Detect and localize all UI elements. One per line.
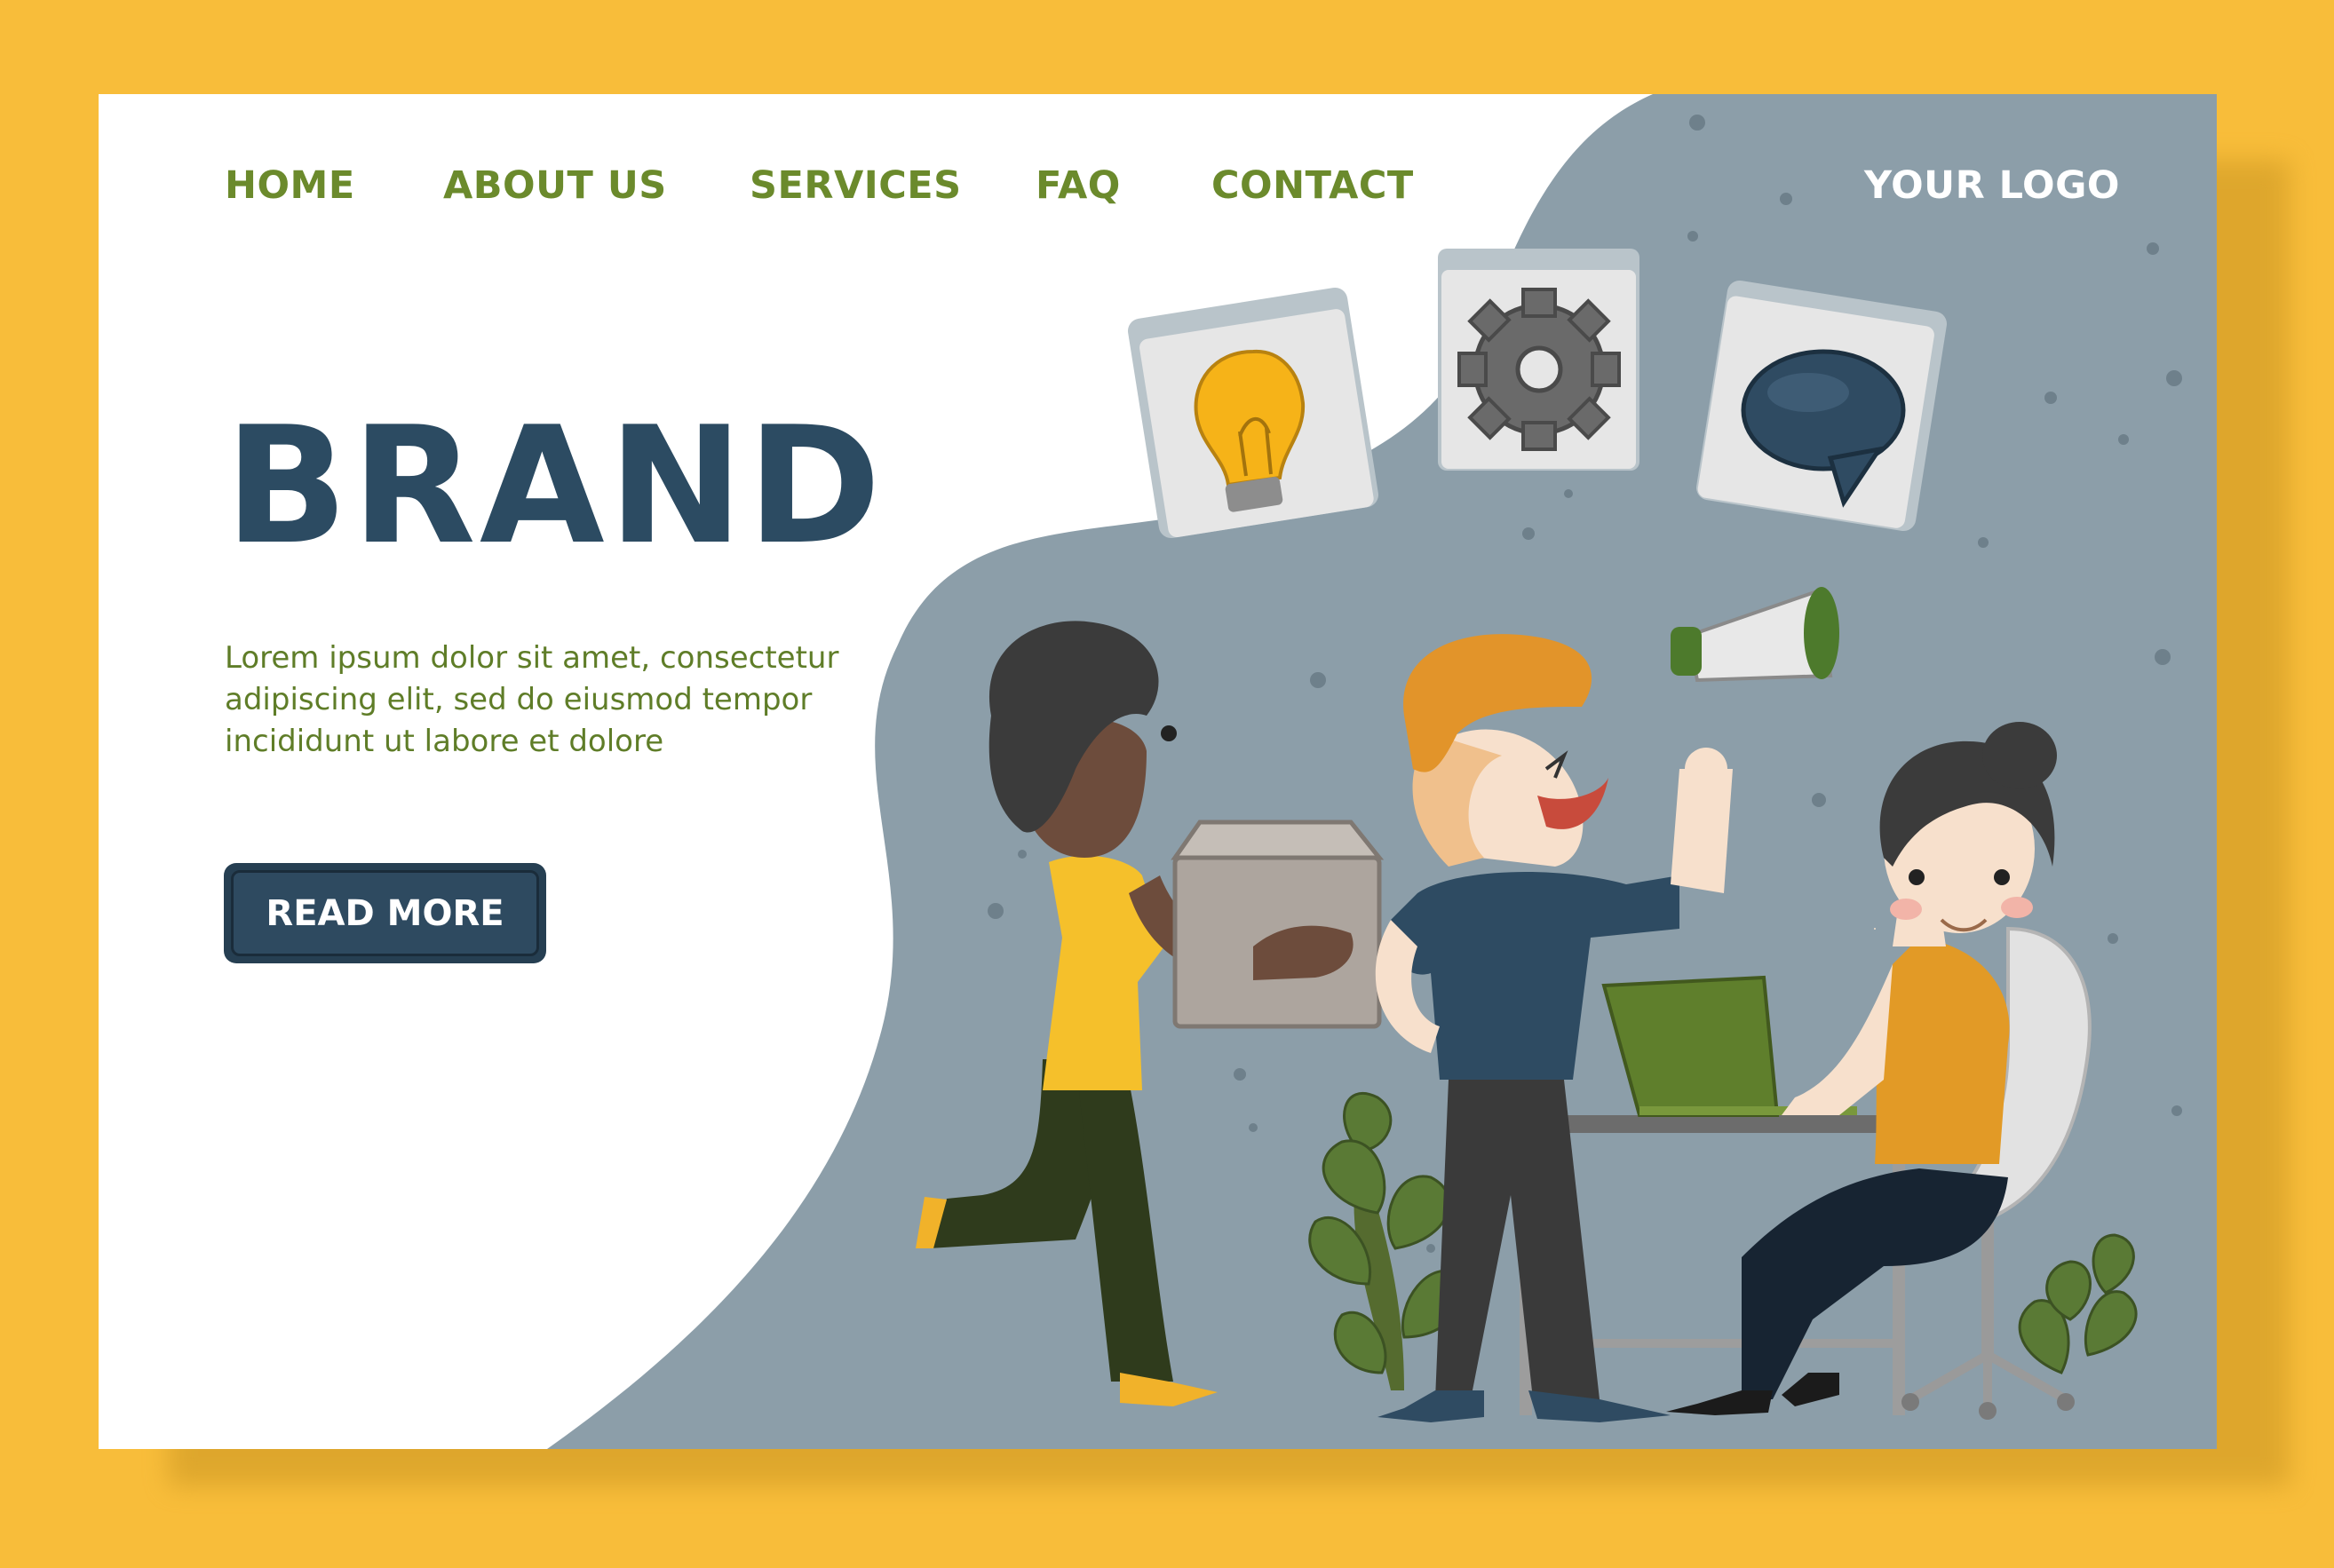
landing-page: HOME ABOUT US SERVICES FAQ CONTACT YOUR … [99,94,2217,1449]
team-illustration [916,249,2138,1422]
gear-icon [1438,249,1639,471]
person-carrying-box [916,621,1385,1406]
lightbulb-icon [1128,288,1378,538]
speech-bubble-icon [1696,281,1947,531]
plant-right [2018,1233,2138,1374]
